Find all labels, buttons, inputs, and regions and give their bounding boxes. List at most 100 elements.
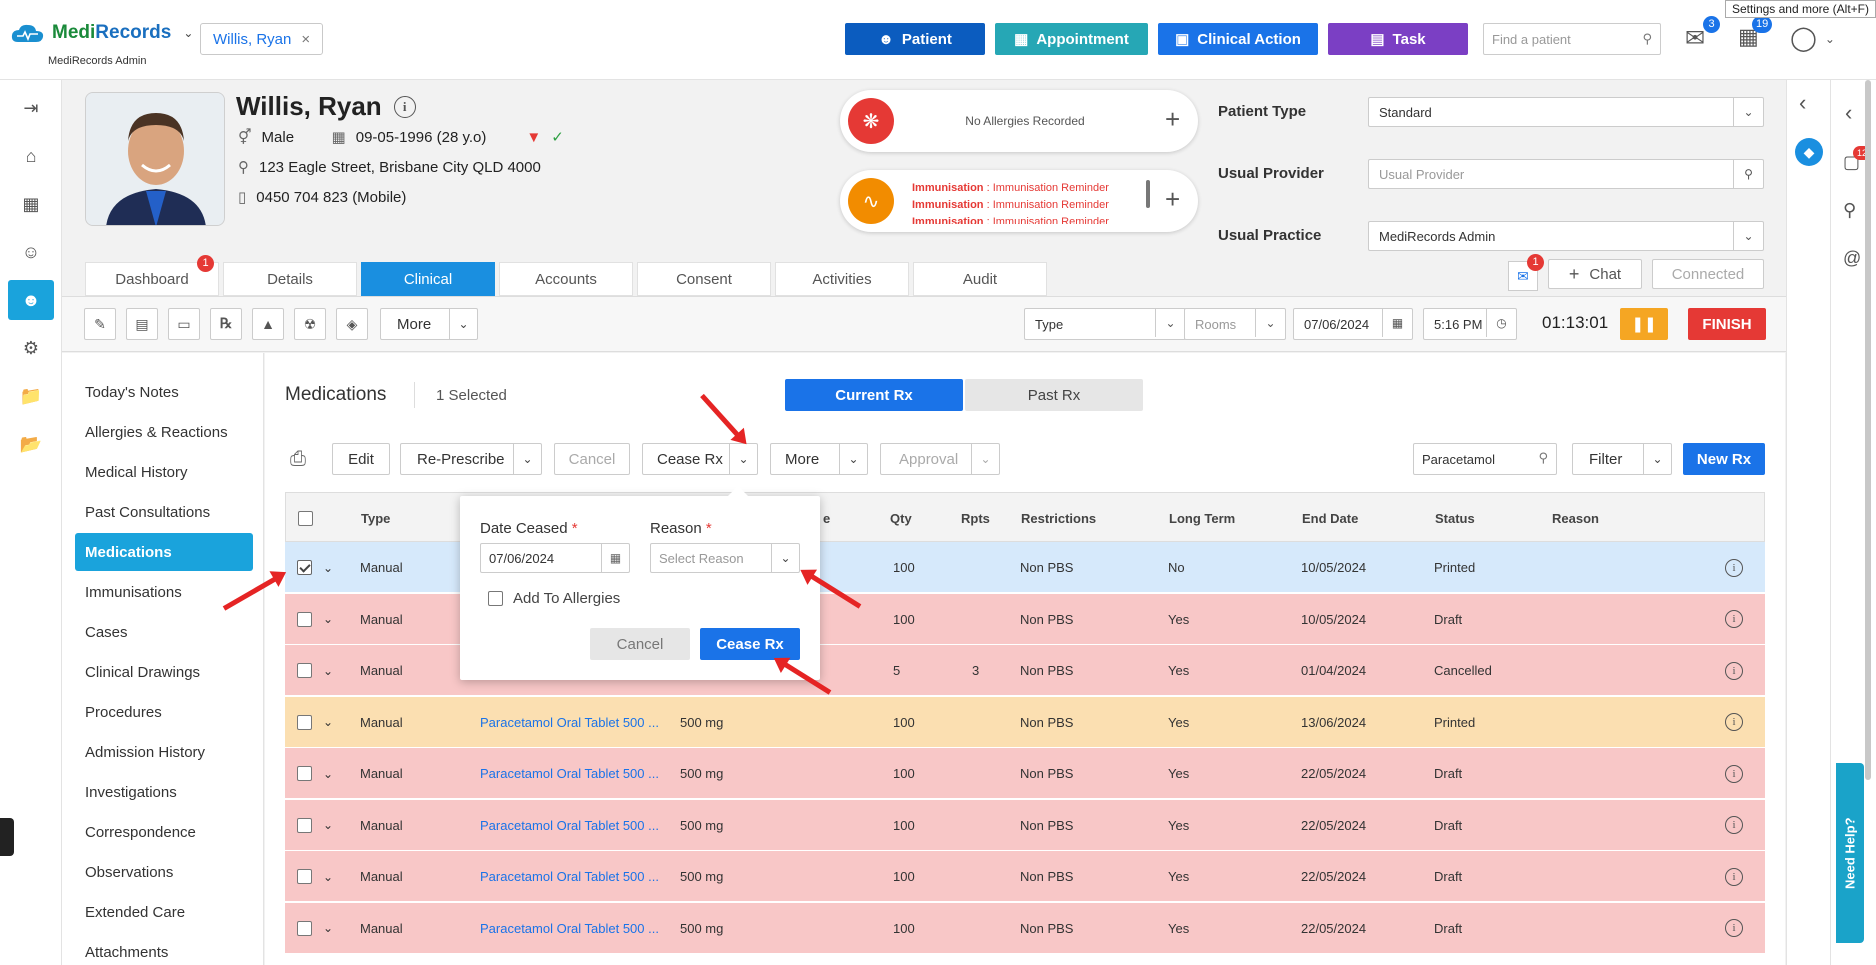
add-immunisation-icon[interactable]: + bbox=[1165, 184, 1180, 215]
represcribe-button[interactable]: Re-Prescribe ⌄ bbox=[400, 443, 542, 475]
chat-button[interactable]: + Chat bbox=[1548, 259, 1642, 289]
chevron-left-icon[interactable]: ‹ bbox=[1845, 100, 1852, 126]
group-icon[interactable]: ☺ bbox=[8, 232, 54, 272]
chevron-down-icon[interactable]: ⌄ bbox=[771, 544, 799, 572]
network-icon[interactable]: ⚙ bbox=[8, 328, 54, 368]
sidenav-clinical-drawings[interactable]: Clinical Drawings bbox=[75, 653, 253, 691]
expand-row-chevron-icon[interactable]: ⌄ bbox=[323, 800, 333, 851]
row-checkbox[interactable] bbox=[297, 645, 312, 696]
type-select[interactable]: Type ⌄ bbox=[1024, 308, 1186, 340]
row-info-icon[interactable]: i bbox=[1725, 697, 1743, 748]
info-icon[interactable]: i bbox=[393, 95, 416, 118]
clock-icon[interactable]: ◷ bbox=[1486, 309, 1516, 337]
expand-row-chevron-icon[interactable]: ⌄ bbox=[323, 851, 333, 902]
cell-drug[interactable]: Paracetamol Oral Tablet 500 ... bbox=[480, 851, 659, 902]
cell-drug[interactable]: Paracetamol Oral Tablet 500 ... bbox=[480, 903, 659, 954]
chat-bubble-icon[interactable]: ▢ 12 bbox=[1843, 146, 1872, 173]
patients-icon[interactable]: ☻ bbox=[8, 280, 54, 320]
chevron-down-icon[interactable]: ⌄ bbox=[513, 444, 541, 474]
sidenav-correspondence[interactable]: Correspondence bbox=[75, 813, 253, 851]
consult-date-input[interactable]: 07/06/2024 ▦ bbox=[1293, 308, 1413, 340]
expand-row-chevron-icon[interactable]: ⌄ bbox=[323, 748, 333, 799]
past-rx-tab[interactable]: Past Rx bbox=[965, 379, 1143, 411]
sidenav-extended-care[interactable]: Extended Care bbox=[75, 893, 253, 931]
row-info-icon[interactable]: i bbox=[1725, 903, 1743, 954]
approval-button[interactable]: Approval ⌄ bbox=[880, 443, 1000, 475]
row-checkbox[interactable] bbox=[297, 697, 312, 748]
col-rpts[interactable]: Rpts bbox=[961, 493, 990, 543]
row-checkbox[interactable] bbox=[297, 851, 312, 902]
row-info-icon[interactable]: i bbox=[1725, 542, 1743, 593]
row-info-icon[interactable]: i bbox=[1725, 800, 1743, 851]
export-folder-icon[interactable]: 📂 bbox=[8, 424, 54, 464]
tab-consent[interactable]: Consent bbox=[637, 262, 771, 296]
consult-time-input[interactable]: 5:16 PM ◷ bbox=[1423, 308, 1517, 340]
appointment-button[interactable]: ▦ Appointment bbox=[995, 23, 1148, 55]
letter-icon[interactable]: ▭ bbox=[168, 308, 200, 340]
usual-provider-input[interactable]: Usual Provider ⚲ bbox=[1368, 159, 1764, 189]
prescription-icon[interactable]: ℞ bbox=[210, 308, 242, 340]
expand-row-chevron-icon[interactable]: ⌄ bbox=[323, 542, 333, 593]
add-allergy-icon[interactable]: + bbox=[1165, 104, 1180, 135]
expand-menu-icon[interactable]: ⇥ bbox=[8, 88, 54, 128]
calendar-icon[interactable]: ▦ bbox=[1382, 309, 1412, 337]
sidenav-cases[interactable]: Cases bbox=[75, 613, 253, 651]
popover-cancel-button[interactable]: Cancel bbox=[590, 628, 690, 660]
home-icon[interactable]: ⌂ bbox=[8, 136, 54, 176]
cell-drug[interactable]: Paracetamol Oral Tablet 500 ... bbox=[480, 800, 659, 851]
table-row[interactable]: ⌄ Manual Paracetamol Oral Tablet 500 ... 50… bbox=[285, 696, 1765, 748]
chevron-down-icon[interactable]: ⌄ bbox=[183, 26, 193, 40]
expand-row-chevron-icon[interactable]: ⌄ bbox=[323, 903, 333, 954]
calendar-icon[interactable]: ▦ bbox=[8, 184, 54, 224]
table-row[interactable]: ⌄ Manual Paracetamol Oral Tablet 500 ... 50… bbox=[285, 799, 1765, 851]
messages-icon[interactable]: ✉ 1 bbox=[1508, 254, 1544, 291]
table-row[interactable]: ⌄ Manual Paracetamol Oral Tablet 500 ... 50… bbox=[285, 748, 1765, 799]
calendar-icon[interactable]: ▦ bbox=[601, 544, 629, 572]
col-status[interactable]: Status bbox=[1435, 493, 1475, 543]
reason-select[interactable]: Select Reason ⌄ bbox=[650, 543, 800, 573]
chevron-down-icon[interactable]: ⌄ bbox=[1643, 444, 1671, 474]
tab-audit[interactable]: Audit bbox=[913, 262, 1047, 296]
folder-icon[interactable]: 📁 bbox=[8, 376, 54, 416]
search-icon[interactable]: ⚲ bbox=[1733, 160, 1763, 188]
need-help-button[interactable]: Need Help? bbox=[1836, 763, 1864, 943]
search-icon[interactable]: ⚲ bbox=[1642, 31, 1652, 47]
side-dock-icon[interactable] bbox=[0, 818, 14, 856]
cancel-rx-button[interactable]: Cancel bbox=[554, 443, 630, 475]
medication-search-input[interactable]: Paracetamol ⚲ bbox=[1413, 443, 1557, 475]
toolbar-more-button[interactable]: More ⌄ bbox=[380, 308, 478, 340]
col-type[interactable]: Type bbox=[361, 493, 390, 543]
sidenav-observations[interactable]: Observations bbox=[75, 853, 253, 891]
table-row[interactable]: ⌄ Manual Paracetamol Oral Tablet 500 ... 50… bbox=[285, 851, 1765, 902]
sidenav-past-consultations[interactable]: Past Consultations bbox=[75, 493, 253, 531]
edit-button[interactable]: Edit bbox=[332, 443, 390, 475]
document-icon[interactable]: ▤ bbox=[126, 308, 158, 340]
sidenav-attachments[interactable]: Attachments bbox=[75, 933, 253, 965]
immunisation-item[interactable]: Immunisation : Immunisation Reminder bbox=[912, 180, 1142, 197]
tag-icon[interactable]: ◆ bbox=[1795, 138, 1823, 166]
tab-clinical[interactable]: Clinical bbox=[361, 262, 495, 296]
immunisation-item[interactable]: Immunisation : Immunisation Reminder bbox=[912, 214, 1142, 224]
pause-button[interactable]: ❚❚ bbox=[1620, 308, 1668, 340]
app-logo[interactable]: MediRecords ⌄ bbox=[10, 22, 193, 44]
expand-row-chevron-icon[interactable]: ⌄ bbox=[323, 697, 333, 748]
row-info-icon[interactable]: i bbox=[1725, 645, 1743, 696]
imaging-icon[interactable]: ▲ bbox=[252, 308, 284, 340]
immunisation-item[interactable]: Immunisation : Immunisation Reminder bbox=[912, 197, 1142, 214]
find-patient-input[interactable]: Find a patient ⚲ bbox=[1483, 23, 1661, 55]
row-checkbox[interactable] bbox=[297, 594, 312, 645]
sidenav-investigations[interactable]: Investigations bbox=[75, 773, 253, 811]
col-dose[interactable]: e bbox=[823, 493, 830, 543]
cell-drug[interactable]: Paracetamol Oral Tablet 500 ... bbox=[480, 748, 659, 799]
connected-button[interactable]: Connected bbox=[1652, 259, 1764, 289]
printer-icon[interactable]: ⎙ bbox=[290, 448, 306, 471]
more-actions-button[interactable]: More ⌄ bbox=[770, 443, 868, 475]
mail-icon[interactable]: ✉ 3 bbox=[1685, 16, 1720, 54]
edit-note-icon[interactable]: ✎ bbox=[84, 308, 116, 340]
sidenav-medications[interactable]: Medications bbox=[75, 533, 253, 571]
clinical-action-button[interactable]: ▣ Clinical Action bbox=[1158, 23, 1318, 55]
tab-accounts[interactable]: Accounts bbox=[499, 262, 633, 296]
finish-button[interactable]: FINISH bbox=[1688, 308, 1766, 340]
row-info-icon[interactable]: i bbox=[1725, 748, 1743, 799]
rooms-select[interactable]: Rooms ⌄ bbox=[1184, 308, 1286, 340]
